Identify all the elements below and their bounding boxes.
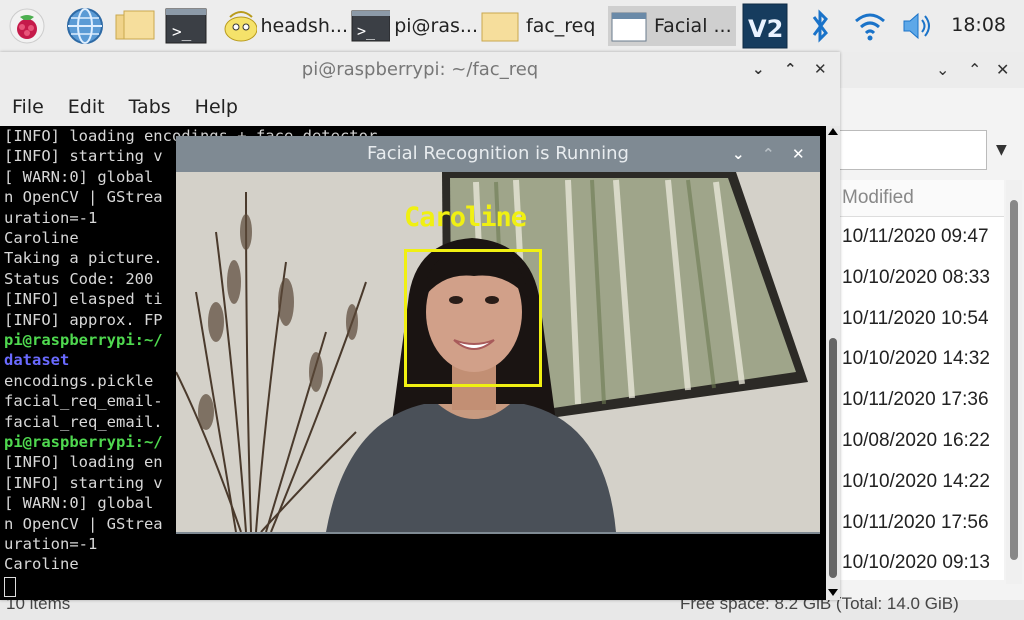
close-icon[interactable]: ✕ [814, 60, 827, 78]
terminal-cursor [4, 577, 16, 597]
terminal-line: uration=-1 [4, 208, 98, 227]
minimize-icon[interactable]: ⌄ [936, 60, 949, 79]
list-item[interactable]: 10/11/2020 10:54 [838, 299, 1004, 340]
terminal-line: n OpenCV | GStrea [4, 514, 163, 533]
svg-text:V2: V2 [748, 15, 783, 43]
terminal-title: pi@raspberrypi: ~/fac_req [301, 59, 539, 80]
menu-help[interactable]: Help [183, 90, 250, 124]
list-item[interactable]: 10/11/2020 17:36 [838, 380, 1004, 421]
terminal-line: facial_req_email. [4, 412, 163, 431]
menu-edit[interactable]: Edit [56, 90, 117, 124]
folder-icon [481, 12, 519, 42]
taskbar: >_ headsh... >_ pi@ras... fac_req Facial… [0, 0, 1024, 53]
window-title: Facial Recognition is Running [367, 143, 629, 164]
scrollbar-thumb[interactable] [1010, 200, 1018, 560]
task-headshot[interactable]: headsh... [220, 6, 348, 46]
terminal-line: n OpenCV | GStrea [4, 188, 163, 207]
volume-icon[interactable] [900, 7, 936, 45]
svg-text:>_: >_ [357, 22, 376, 40]
terminal-line: [INFO] approx. FP [4, 310, 163, 329]
list-item[interactable]: 10/11/2020 09:47 [838, 217, 1004, 258]
task-folder[interactable]: fac_req [480, 6, 608, 46]
maximize-icon[interactable]: ⌃ [784, 60, 797, 78]
task-label: headsh... [260, 15, 349, 37]
terminal-prompt: pi@raspberrypi:~/ [4, 433, 163, 451]
terminal-line: encodings.pickle [4, 371, 154, 390]
minimize-icon[interactable]: ⌄ [752, 60, 765, 78]
task-terminal[interactable]: >_ pi@ras... [350, 6, 478, 46]
scroll-up-icon[interactable] [828, 128, 838, 135]
scrollbar-thumb[interactable] [829, 338, 837, 578]
file-list-scrollbar[interactable] [1006, 180, 1022, 584]
menu-file[interactable]: File [0, 90, 56, 124]
clock[interactable]: 18:08 [951, 14, 1006, 36]
file-manager-statusbar: 10 items Free space: 8.2 GiB (Total: 14.… [0, 594, 1024, 620]
menu-tabs[interactable]: Tabs [117, 90, 183, 124]
detected-name-label: Caroline [404, 202, 527, 233]
path-input[interactable] [838, 130, 987, 170]
list-item[interactable]: 10/10/2020 14:22 [838, 462, 1004, 503]
terminal-line: Caroline [4, 229, 79, 247]
raspberry-menu-icon[interactable] [6, 7, 48, 45]
browser-globe-icon[interactable] [64, 7, 106, 45]
minimize-icon[interactable]: ⌄ [732, 145, 745, 163]
terminal-line: [INFO] starting v [4, 147, 163, 166]
window-icon [611, 12, 647, 42]
maximize-icon[interactable]: ⌃ [762, 145, 775, 163]
terminal-prompt: pi@raspberrypi:~/ [4, 331, 163, 349]
list-item[interactable]: 10/10/2020 08:33 [838, 258, 1004, 299]
task-facial[interactable]: Facial ... [608, 6, 736, 46]
terminal-line: uration=-1 [4, 535, 98, 553]
terminal-line: facial_req_email- [4, 392, 163, 411]
maximize-icon[interactable]: ⌃ [968, 60, 981, 79]
terminal-line: Taking a picture. [4, 249, 163, 268]
terminal-line: [ WARN:0] global [4, 167, 154, 186]
terminal-launcher-icon[interactable]: >_ [164, 7, 208, 45]
terminal-scrollbar[interactable] [826, 126, 840, 600]
file-manager-titlebar: ⌄ ⌃ ✕ [838, 52, 1024, 88]
terminal-line: [INFO] loading en [4, 453, 163, 472]
file-manager-launcher-icon[interactable] [114, 7, 158, 45]
terminal-line: [INFO] starting v [4, 473, 163, 492]
facial-recognition-window: Facial Recognition is Running ⌄ ⌃ ✕ Caro… [176, 136, 820, 534]
close-icon[interactable]: ✕ [792, 145, 805, 163]
path-dropdown-icon[interactable]: ▼ [996, 142, 1007, 158]
svg-text:>_: >_ [172, 22, 192, 41]
terminal-icon: >_ [351, 10, 391, 42]
list-item[interactable]: 10/11/2020 17:56 [838, 503, 1004, 544]
list-item[interactable]: 10/10/2020 09:13 [838, 543, 1004, 584]
vnc-icon[interactable]: V2 [742, 3, 788, 49]
task-label: fac_req [526, 15, 596, 37]
terminal-line: dataset [4, 351, 70, 370]
task-label: Facial ... [654, 15, 732, 37]
terminal-line: [ WARN:0] global [4, 494, 154, 513]
terminal-line: [INFO] elasped ti [4, 290, 163, 309]
terminal-line: Status Code: 200 [4, 269, 154, 288]
bluetooth-icon[interactable] [806, 7, 834, 45]
file-list[interactable]: Modified 10/11/2020 09:47 10/10/2020 08:… [838, 180, 1004, 580]
image-viewer-icon [224, 11, 257, 42]
column-header-modified[interactable]: Modified [838, 180, 1004, 217]
terminal-menubar: File Edit Tabs Help [0, 90, 250, 124]
list-item[interactable]: 10/08/2020 16:22 [838, 421, 1004, 462]
task-label: pi@ras... [394, 15, 478, 37]
file-manager-window: ⌄ ⌃ ✕ ▼ Modified 10/11/2020 09:47 10/10/… [838, 52, 1024, 620]
terminal-line: Caroline [4, 555, 79, 574]
face-bounding-box [404, 249, 542, 387]
close-icon[interactable]: ✕ [996, 60, 1009, 79]
scroll-down-icon[interactable] [828, 589, 838, 596]
list-item[interactable]: 10/10/2020 14:32 [838, 339, 1004, 380]
wifi-icon[interactable] [852, 7, 888, 45]
